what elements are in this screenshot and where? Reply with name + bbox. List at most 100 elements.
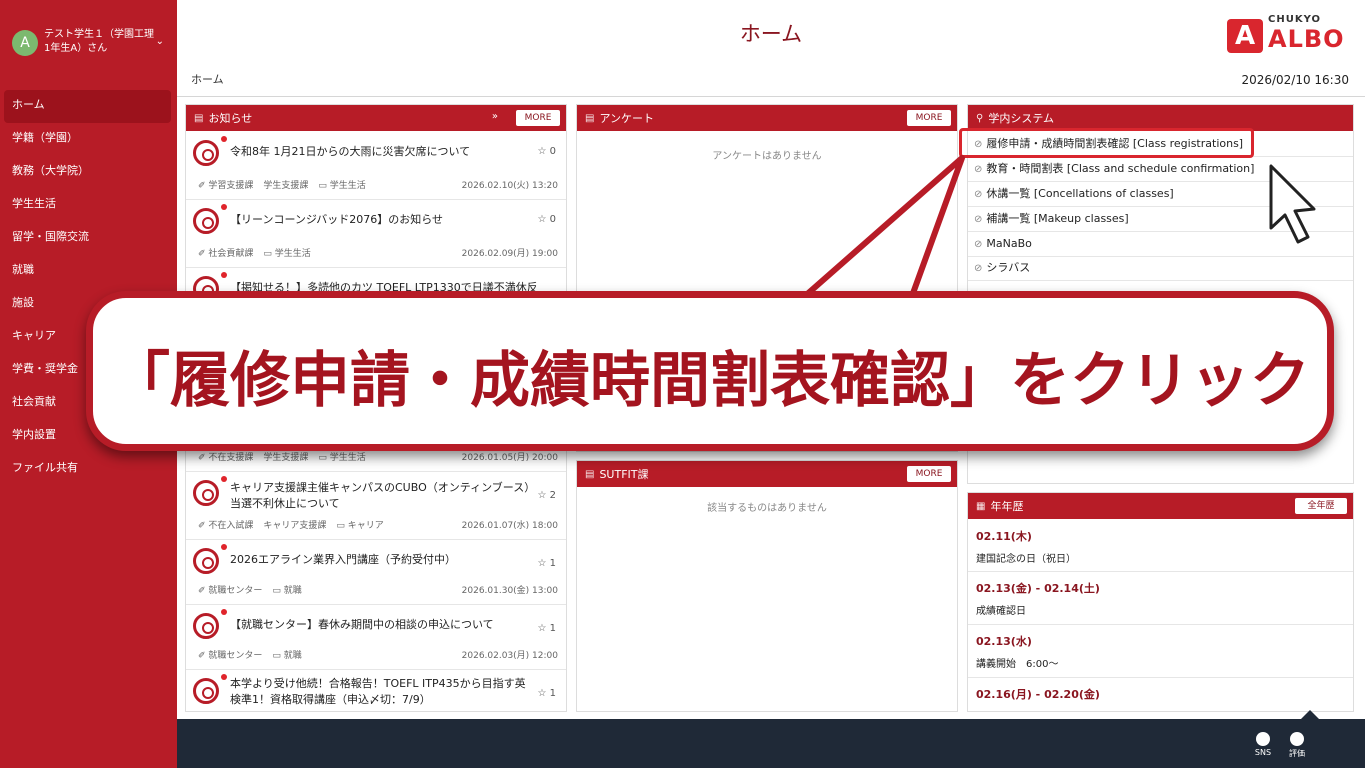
calendar-item[interactable]: 02.11(木) 建国記念の日（祝日） [968, 520, 1353, 572]
star-count[interactable]: ☆ 1 [537, 688, 556, 699]
page-title: ホーム [739, 22, 803, 46]
chevron-down-icon[interactable]: ⌄ [156, 36, 164, 47]
unread-dot-icon [221, 476, 227, 482]
news-item-title[interactable]: 令和8年 1月21日からの大雨に災害欠席について [230, 144, 530, 160]
news-item-category: ▭ 就職 [272, 586, 302, 596]
system-link-syllabus[interactable]: ⊘ シラバス [968, 256, 1353, 281]
news-item-title[interactable]: キャリア支援課主催キャンパスのCUBO（オンティンブース）当選不利休止について [230, 480, 530, 512]
unread-dot-icon [221, 204, 227, 210]
sidebar-item-file-share[interactable]: ファイル共有 [4, 453, 171, 486]
news-item-category: ▭ 学生生活 [263, 249, 311, 259]
user-icon [1290, 732, 1304, 746]
news-header: ▤ お知らせ » MORE [186, 105, 566, 131]
system-link-label[interactable]: 補講一覧 [Makeup classes] [986, 212, 1128, 225]
submission-header: ▤ SUTFIT課 MORE [577, 461, 957, 487]
calendar-item[interactable]: 02.16(月) - 02.20(金) [968, 678, 1353, 711]
system-link-label[interactable]: MaNaBo [986, 237, 1031, 250]
star-count[interactable]: ☆ 2 [537, 490, 556, 501]
news-more-button[interactable]: MORE [516, 110, 560, 126]
star-count[interactable]: ☆ 1 [537, 558, 556, 569]
news-item-meta: ✐ 社会貢献課 ▭ 学生生活 2026.02.09(月) 19:00 [198, 246, 558, 259]
sidebar-item-employment[interactable]: 就職 [4, 255, 171, 288]
logo[interactable]: A CHUKYO ALBO [1227, 14, 1344, 54]
news-item[interactable]: キャリア支援課主催キャンパスのCUBO（オンティンブース）当選不利休止について … [186, 472, 566, 540]
news-item-author: ✐ 不在入試課 [198, 521, 254, 531]
submission-empty-text: 該当するものはありません [707, 503, 827, 514]
calendar-text: 成績確認日 [976, 606, 1026, 617]
news-item-date: 2026.01.30(金) 13:00 [461, 586, 558, 596]
submission-more-button[interactable]: MORE [907, 466, 951, 482]
news-item-title[interactable]: 【リーンコーンジバッド2076】のお知らせ [230, 212, 530, 228]
calendar-title: 年年歴 [990, 500, 1024, 513]
calendar-item[interactable]: 02.13(水) 講義開始 6:00〜 [968, 625, 1353, 678]
system-link-label[interactable]: シラバス [986, 261, 1030, 274]
user-icon [1256, 732, 1270, 746]
news-icon: ▤ [194, 112, 204, 124]
paperclip-icon: ⊘ [974, 164, 983, 175]
highlight-box [959, 128, 1254, 158]
callout-banner: 「履修申請・成績時間割表確認」をクリック [86, 291, 1334, 451]
avatar: A [12, 30, 38, 56]
calendar-text: 講義開始 6:00〜 [976, 659, 1059, 670]
news-item-title[interactable]: 【就職センター】春休み期間中の相談の申込について [230, 617, 530, 633]
news-item-author: ✐ 就職センター [198, 586, 263, 596]
news-item-title[interactable]: 本学より受け他続！合格報告！TOEFL ITP435から目指す英検準1！資格取得… [230, 676, 530, 708]
unread-dot-icon [221, 272, 227, 278]
news-item-category: ▭ 学生生活 [318, 181, 366, 191]
news-item-category: ▭ 就職 [272, 651, 302, 661]
user-menu[interactable]: A テスト学生１（学園工理 1年生A）さん ⌄ [12, 28, 172, 62]
sidebar-item-home[interactable]: ホーム [4, 90, 171, 123]
system-link-schedule[interactable]: ⊘ 教育・時間割表 [Class and schedule confirmatio… [968, 157, 1353, 182]
callout-text: 「履修申請・成績時間割表確認」をクリック [110, 346, 1310, 416]
news-item[interactable]: 2026エアライン業界入門講座（予約受付中） ☆ 1 ✐ 就職センター ▭ 就職… [186, 540, 566, 605]
unread-dot-icon [221, 674, 227, 680]
system-link-cancellations[interactable]: ⊘ 休講一覧 [Concellations of classes] [968, 182, 1353, 207]
news-item[interactable]: 【就職センター】春休み期間中の相談の申込について ☆ 1 ✐ 就職センター ▭ … [186, 605, 566, 670]
sidebar-item-registry[interactable]: 学籍（学園） [4, 123, 171, 156]
system-link-makeup[interactable]: ⊘ 補講一覧 [Makeup classes] [968, 207, 1353, 232]
footer-sns-button[interactable]: SNS [1251, 732, 1275, 757]
calendar-item[interactable]: 02.13(金) - 02.14(土) 成績確認日 [968, 572, 1353, 625]
star-count[interactable]: ☆ 0 [537, 214, 556, 225]
calendar-panel: ▦ 年年歴 全年歴 02.11(木) 建国記念の日（祝日） 02.13(金) -… [967, 492, 1354, 712]
calendar-icon: ▦ [976, 500, 986, 512]
news-item-meta: ✐ 就職センター ▭ 就職 2026.02.03(月) 12:00 [198, 648, 558, 661]
paperclip-icon: ⊘ [974, 189, 983, 200]
news-item[interactable]: 【リーンコーンジバッド2076】のお知らせ ☆ 0 ✐ 社会貢献課 ▭ 学生生活… [186, 200, 566, 268]
news-item-date: 2026.01.05(月) 20:00 [461, 453, 558, 463]
star-count[interactable]: ☆ 1 [537, 623, 556, 634]
current-datetime: 2026/02/10 16:30 [1241, 73, 1349, 87]
paperclip-icon: ⊘ [974, 263, 983, 274]
flower-icon [193, 208, 219, 234]
calendar-all-button[interactable]: 全年歴 [1295, 498, 1347, 514]
sidebar-item-student-life[interactable]: 学生生活 [4, 189, 171, 222]
footer: SNS 評価 [177, 719, 1365, 768]
breadcrumb[interactable]: ホーム [191, 71, 224, 87]
survey-more-button[interactable]: MORE [907, 110, 951, 126]
news-item-title[interactable]: 2026エアライン業界入門講座（予約受付中） [230, 552, 530, 568]
news-item-date: 2026.02.03(月) 12:00 [461, 651, 558, 661]
news-item-meta: ✐ 学習支援課 学生支援課 ▭ 学生生活 2026.02.10(火) 13:20 [198, 178, 558, 191]
link-icon: ⚲ [976, 112, 984, 124]
star-count[interactable]: ☆ 0 [537, 146, 556, 157]
news-item-category: ▭ 学生生活 [318, 453, 366, 463]
survey-empty-text: アンケートはありません [712, 151, 822, 162]
flower-icon [193, 140, 219, 166]
calendar-date: 02.13(金) - 02.14(土) [976, 582, 1100, 595]
system-link-label[interactable]: 教育・時間割表 [Class and schedule confirmation… [986, 162, 1254, 175]
system-link-manabo[interactable]: ⊘ MaNaBo [968, 232, 1353, 257]
sidebar-item-academic[interactable]: 教務（大学院） [4, 156, 171, 189]
double-chevron-icon[interactable]: » [492, 111, 498, 122]
news-item-author: ✐ 学習支援課 [198, 181, 254, 191]
footer-eval-button[interactable]: 評価 [1285, 732, 1309, 759]
news-item[interactable]: 本学より受け他続！合格報告！TOEFL ITP435から目指す英検準1！資格取得… [186, 670, 566, 712]
unread-dot-icon [221, 544, 227, 550]
footer-eval-label: 評価 [1289, 749, 1305, 758]
news-item[interactable]: 令和8年 1月21日からの大雨に災害欠席について ☆ 0 ✐ 学習支援課 学生支… [186, 132, 566, 200]
system-link-label[interactable]: 休講一覧 [Concellations of classes] [986, 187, 1173, 200]
logo-title: ALBO [1268, 25, 1345, 53]
system-title: 学内システム [988, 112, 1054, 125]
sidebar-item-international[interactable]: 留学・国際交流 [4, 222, 171, 255]
news-item-meta: ✐ 就職センター ▭ 就職 2026.01.30(金) 13:00 [198, 583, 558, 596]
news-item-category: ▭ キャリア [336, 521, 384, 531]
